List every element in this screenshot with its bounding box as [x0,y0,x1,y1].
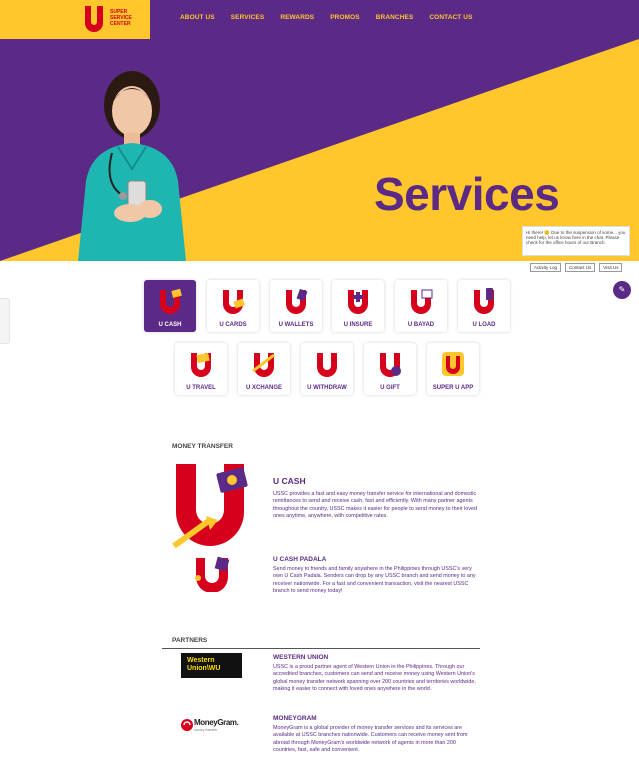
logo-text: SUPER SERVICE CENTER [110,9,132,27]
tile-u-wallets[interactable]: U WALLETS [270,280,322,332]
u-load-icon [474,288,494,314]
page-title: Services [374,168,560,220]
tile-u-travel[interactable]: U TRAVEL [175,343,227,395]
page: SUPER SERVICE CENTER ABOUT US SERVICES R… [0,0,639,770]
nav-promos[interactable]: PROMOS [330,14,360,21]
u-cash-icon [160,288,182,314]
u-insure-icon [348,290,368,314]
u-travel-icon [191,352,211,377]
logo-text-line: CENTER [110,21,131,27]
u-withdraw-icon [317,353,337,377]
nav-branches[interactable]: BRANCHES [376,14,414,21]
super-u-app-icon [442,352,464,376]
chat-icon[interactable]: ✎ [613,281,631,299]
tile-label: U CASH [158,322,182,328]
u-gift-icon [380,353,401,377]
activity-log-button[interactable]: Activity Log [530,263,562,272]
nurse-with-phone-image [78,71,186,261]
nav-contact-us[interactable]: CONTACT US [429,14,472,21]
tile-label: U XCHANGE [245,385,282,391]
contact-us-button[interactable]: Contact Us [565,263,596,272]
moneygram-logo-text: MoneyGram. [194,718,239,727]
western-union-description: USSC is a proud partner agent of Western… [273,664,476,693]
western-union-logo-line: Western [187,657,215,664]
moneygram-title: MONEYGRAM [273,715,317,722]
tile-u-cards[interactable]: U CARDS [207,280,259,332]
partners-divider [162,648,480,649]
nav-services[interactable]: SERVICES [231,14,265,21]
u-cash-padala-description: Send money to friends and family anywher… [273,566,476,595]
u-cash-padala-illustration [195,556,230,592]
money-transfer-heading: MONEY TRANSFER [172,443,233,450]
u-logo-icon [85,6,103,32]
tile-label: U WALLETS [278,322,314,328]
tile-label: U TRAVEL [186,385,216,391]
tile-u-gift[interactable]: U GIFT [364,343,416,395]
western-union-logo: Western Union\WU [181,653,242,678]
side-drawer-tab[interactable] [0,298,10,344]
tile-label: U CARDS [219,322,247,328]
tile-u-load[interactable]: U LOAD [458,280,510,332]
tile-label: U WITHDRAW [307,385,347,391]
moneygram-logo-subtext: money transfer [194,728,218,732]
tile-u-withdraw[interactable]: U WITHDRAW [301,343,353,395]
tile-u-cash[interactable]: U CASH [144,280,196,332]
u-bayad-icon [411,289,433,314]
tile-label: SUPER U APP [432,385,474,391]
tile-super-u-app[interactable]: SUPER U APP [427,343,479,395]
tile-u-xchange[interactable]: U XCHANGE [238,343,290,395]
u-cash-illustration [172,464,248,549]
u-cards-icon [223,290,245,314]
logo-area[interactable]: SUPER SERVICE CENTER [0,0,150,39]
tile-u-bayad[interactable]: U BAYAD [395,280,447,332]
tile-label: U INSURE [343,322,373,328]
u-wallets-icon [286,288,308,314]
chat-quick-actions: Activity Log Contact Us Visit Us [530,263,623,272]
u-xchange-icon [252,353,275,377]
tile-label: U LOAD [472,322,496,328]
nav-rewards[interactable]: REWARDS [280,14,314,21]
u-cash-title: U CASH [273,476,306,486]
tile-label: U BAYAD [407,322,435,328]
western-union-logo-line: Union\WU [187,665,221,672]
u-cash-padala-title: U CASH PADALA [273,556,327,563]
nav-about-us[interactable]: ABOUT US [180,14,215,21]
tile-u-insure[interactable]: U INSURE [332,280,384,332]
western-union-title: WESTERN UNION [273,654,329,661]
main-nav: ABOUT US SERVICES REWARDS PROMOS BRANCHE… [180,14,489,21]
partners-heading: PARTNERS [172,637,208,644]
moneygram-description: MoneyGram is a global provider of money … [273,725,468,754]
tile-label: U GIFT [380,385,400,391]
top-header: SUPER SERVICE CENTER ABOUT US SERVICES R… [0,0,639,39]
visit-us-button[interactable]: Visit Us [599,263,623,272]
u-cash-description: USSC provides a fast and easy money tran… [273,491,477,520]
chat-notice-popup[interactable]: Hi there! 😊 Due to the suspension of som… [522,226,630,256]
